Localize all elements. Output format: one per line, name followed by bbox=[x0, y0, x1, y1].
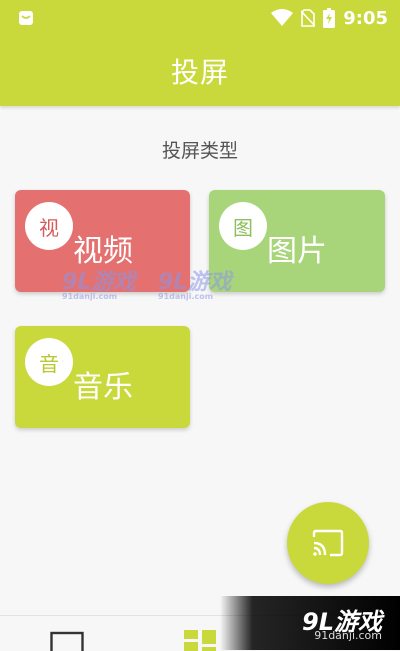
tile-image-label: 图片 bbox=[267, 234, 327, 269]
cast-button[interactable] bbox=[287, 502, 369, 584]
watermark-logo: 9L游戏 91danji.com bbox=[62, 264, 135, 301]
image-badge-icon: 图 bbox=[219, 202, 267, 250]
grid-icon[interactable] bbox=[184, 630, 218, 651]
wifi-icon bbox=[271, 9, 294, 26]
corner-watermark: 9L游戏 91danji.com bbox=[220, 596, 400, 650]
status-right: 9:05 bbox=[271, 7, 388, 29]
no-sim-icon bbox=[301, 9, 316, 27]
watermark-logo: 9L游戏 91danji.com bbox=[158, 264, 231, 301]
music-badge-icon: 音 bbox=[25, 338, 73, 386]
status-bar: 9:05 bbox=[0, 0, 400, 34]
square-icon[interactable] bbox=[50, 630, 84, 651]
status-time: 9:05 bbox=[343, 7, 388, 29]
notification-icon bbox=[19, 11, 33, 25]
tile-music-label: 音乐 bbox=[73, 370, 133, 405]
tile-music[interactable]: 音 音乐 bbox=[15, 326, 190, 428]
cast-icon bbox=[312, 529, 344, 557]
video-badge-icon: 视 bbox=[25, 202, 73, 250]
app-bar: 投屏 bbox=[0, 34, 400, 106]
page-title: 投屏 bbox=[170, 56, 229, 89]
tile-image[interactable]: 图 图片 bbox=[209, 190, 385, 292]
battery-charging-icon bbox=[323, 8, 336, 28]
corner-sub-text: 91danji.com bbox=[314, 629, 382, 642]
section-title: 投屏类型 bbox=[161, 140, 238, 162]
